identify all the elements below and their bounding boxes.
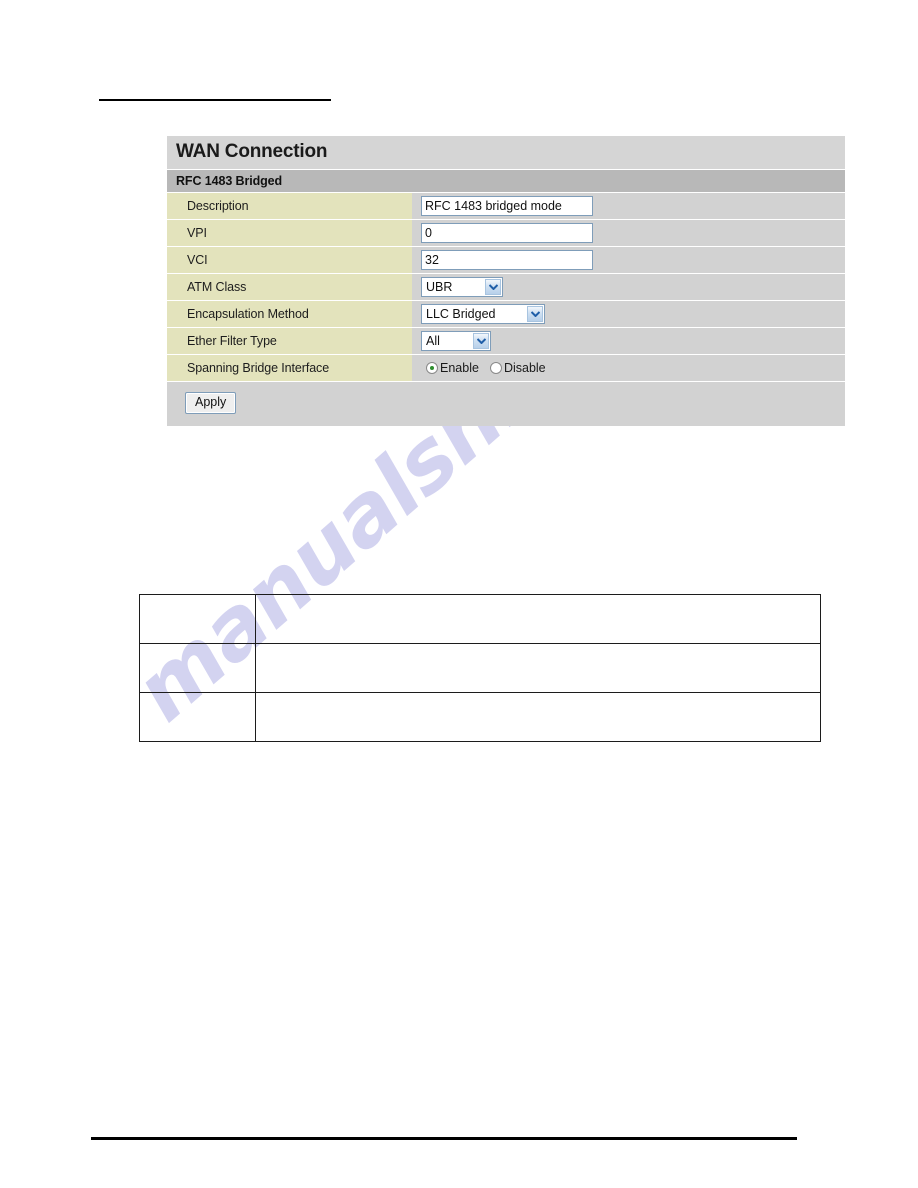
- form-row-ether-filter-type: Ether Filter Type All: [167, 326, 845, 354]
- table-cell-value: [255, 692, 821, 742]
- wan-connection-panel: WAN Connection RFC 1483 Bridged Descript…: [167, 136, 845, 426]
- table-cell-value: [255, 594, 821, 644]
- label-vpi: VPI: [167, 219, 412, 246]
- ether-filter-type-value: All: [426, 333, 440, 348]
- table-cell-key: [139, 594, 256, 644]
- form-row-atm-class: ATM Class UBR: [167, 272, 845, 300]
- form-row-vpi: VPI: [167, 218, 845, 246]
- encapsulation-method-value: LLC Bridged: [426, 306, 496, 321]
- label-encapsulation-method: Encapsulation Method: [167, 300, 412, 327]
- radio-disable-label: Disable: [503, 360, 546, 375]
- radio-disable-indicator[interactable]: [489, 361, 502, 374]
- apply-row: Apply: [167, 380, 845, 426]
- label-ether-filter-type: Ether Filter Type: [167, 327, 412, 354]
- field-spanning-bridge-interface: Enable Disable: [412, 354, 845, 381]
- ether-filter-type-select[interactable]: All: [421, 330, 491, 351]
- form-row-encapsulation-method: Encapsulation Method LLC Bridged: [167, 299, 845, 327]
- field-ether-filter-type: All: [412, 327, 845, 354]
- chevron-down-icon: [485, 278, 501, 295]
- chevron-down-icon: [527, 305, 543, 322]
- table-cell-key: [139, 643, 256, 693]
- encapsulation-method-select[interactable]: LLC Bridged: [421, 303, 545, 324]
- top-divider-rule: [99, 99, 331, 101]
- form-row-vci: VCI: [167, 245, 845, 273]
- label-vci: VCI: [167, 246, 412, 273]
- atm-class-value: UBR: [426, 279, 453, 294]
- label-spanning-bridge-interface: Spanning Bridge Interface: [167, 354, 412, 381]
- panel-subtitle: RFC 1483 Bridged: [167, 168, 845, 192]
- table-cell-value: [255, 643, 821, 693]
- field-atm-class: UBR: [412, 273, 845, 300]
- radio-disable[interactable]: Disable: [489, 360, 546, 375]
- spanning-bridge-radio-group: Enable Disable: [421, 361, 546, 375]
- table-row: [139, 692, 821, 742]
- field-vci: [412, 246, 845, 273]
- table-row: [139, 594, 821, 644]
- label-atm-class: ATM Class: [167, 273, 412, 300]
- footer-divider-rule: [91, 1137, 797, 1140]
- table-row: [139, 643, 821, 693]
- field-encapsulation-method: LLC Bridged: [412, 300, 845, 327]
- table-cell-key: [139, 692, 256, 742]
- form-row-spanning-bridge-interface: Spanning Bridge Interface Enable Disable: [167, 353, 845, 381]
- field-vpi: [412, 219, 845, 246]
- panel-title: WAN Connection: [167, 136, 845, 169]
- apply-button[interactable]: Apply: [185, 391, 237, 414]
- description-table: [139, 594, 821, 742]
- field-description: [412, 192, 845, 219]
- vci-input[interactable]: [421, 249, 593, 270]
- radio-enable[interactable]: Enable: [426, 361, 479, 375]
- description-input[interactable]: [421, 195, 593, 216]
- chevron-down-icon: [473, 332, 489, 349]
- radio-enable-indicator[interactable]: [426, 361, 438, 374]
- form-row-description: Description: [167, 191, 845, 219]
- atm-class-select[interactable]: UBR: [421, 276, 503, 297]
- radio-enable-label: Enable: [440, 360, 479, 375]
- label-description: Description: [167, 192, 412, 219]
- vpi-input[interactable]: [421, 222, 593, 243]
